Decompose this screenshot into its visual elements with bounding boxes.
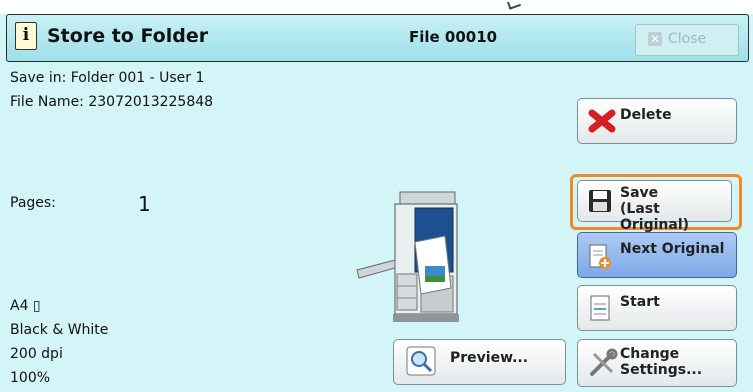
page-title: Store to Folder — [47, 25, 209, 47]
preview-magnifier-icon — [406, 346, 436, 376]
settings-tools-icon — [590, 348, 618, 376]
delete-label: Delete — [620, 107, 672, 123]
start-icon — [590, 295, 610, 321]
title-bar: i Store to Folder File 00010 ✕ Close — [6, 14, 749, 62]
save-disk-icon — [589, 190, 611, 212]
next-original-icon — [589, 244, 611, 269]
file-label: File 00010 — [409, 28, 498, 46]
save-label-line1: Save — [620, 185, 659, 201]
file-name-text: File Name: 23072013225848 — [10, 94, 214, 110]
next-original-button[interactable]: Next Original — [577, 232, 737, 278]
save-label-line2: (Last Original) — [620, 201, 690, 233]
preview-button[interactable]: Preview... — [393, 339, 566, 385]
change-label-line1: Change — [620, 346, 680, 362]
paper-size: A4 ▯ — [10, 298, 41, 314]
save-button[interactable]: Save (Last Original) — [577, 180, 732, 233]
info-icon: i — [15, 22, 37, 50]
start-button[interactable]: Start — [577, 285, 737, 331]
copier-machine-icon — [356, 191, 459, 322]
pages-label: Pages: — [10, 195, 56, 211]
preview-label: Preview... — [450, 350, 529, 366]
close-label: Close — [668, 31, 707, 47]
save-in-text: Save in: Folder 001 - User 1 — [10, 70, 205, 86]
cursor-mark — [506, 0, 522, 10]
delete-x-icon — [588, 109, 616, 133]
delete-button[interactable]: Delete — [577, 98, 737, 144]
start-label: Start — [620, 294, 660, 310]
save-label: Save (Last Original) — [620, 185, 731, 233]
change-settings-label: Change Settings... — [620, 346, 702, 378]
scale: 100% — [10, 370, 51, 386]
close-button[interactable]: ✕ Close — [635, 24, 739, 56]
pages-value: 1 — [138, 192, 151, 216]
change-label-line2: Settings... — [620, 362, 703, 378]
color-mode: Black & White — [10, 322, 109, 338]
next-original-label: Next Original — [620, 241, 725, 257]
top-strip — [0, 0, 753, 14]
close-icon: ✕ — [648, 32, 662, 46]
change-settings-button[interactable]: Change Settings... — [577, 339, 737, 387]
resolution: 200 dpi — [10, 346, 63, 362]
